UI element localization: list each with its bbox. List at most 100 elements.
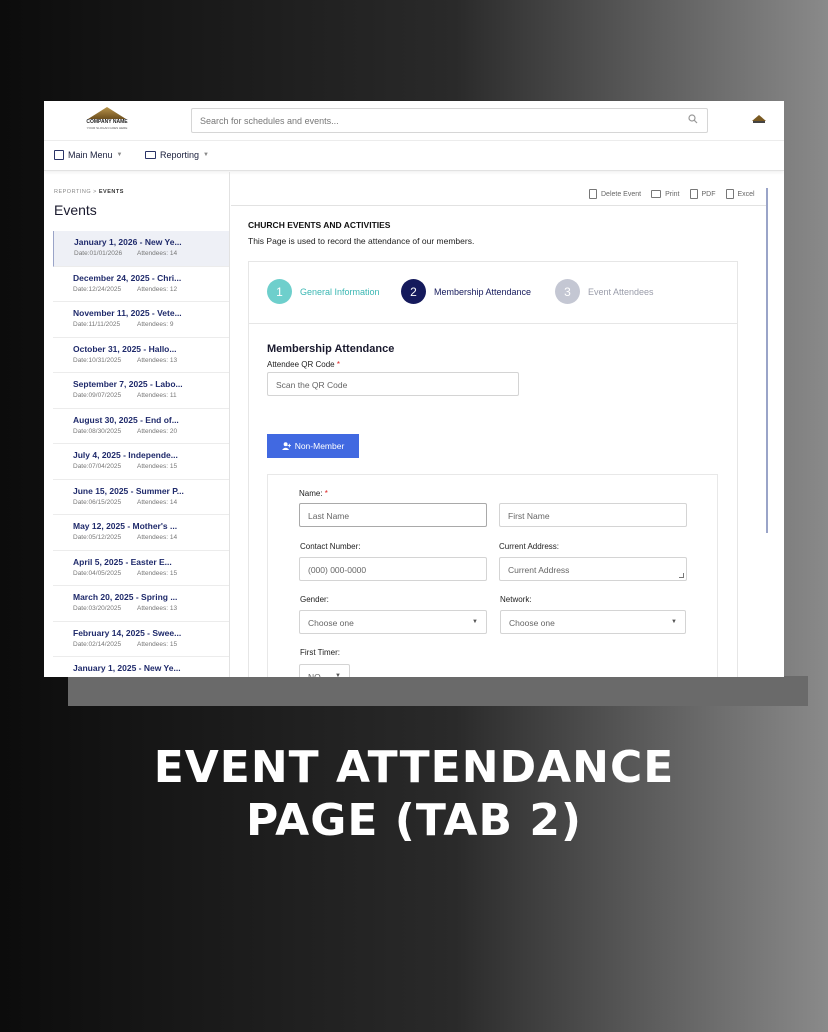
network-label: Network: xyxy=(500,595,532,604)
contact-number-input[interactable]: (000) 000-0000 xyxy=(299,557,487,581)
event-list-item[interactable]: February 14, 2025 - Swee... Date:02/14/20… xyxy=(53,622,229,657)
step-membership-attendance[interactable]: 2 Membership Attendance xyxy=(401,279,531,304)
qr-code-input[interactable]: Scan the QR Code xyxy=(267,372,519,396)
first-name-input[interactable]: First Name xyxy=(499,503,687,527)
event-date: Date:11/11/2025 xyxy=(73,321,121,328)
event-list-item[interactable]: July 4, 2025 - Independe... Date:07/04/20… xyxy=(53,444,229,480)
event-title: March 20, 2025 - Spring ... xyxy=(73,592,178,602)
event-meta: Date:10/31/2025 Attendees: 13 xyxy=(73,356,229,364)
qr-code-label-text: Attendee QR Code xyxy=(267,360,335,369)
event-attendee-count: Attendees: 15 xyxy=(137,640,178,648)
logo-roof-icon xyxy=(88,107,126,119)
non-member-label: Non-Member xyxy=(294,441,345,451)
print-button[interactable]: Print xyxy=(651,190,680,198)
user-avatar-icon[interactable] xyxy=(752,115,766,123)
event-meta: Date:07/04/2025 Attendees: 15 xyxy=(73,463,229,470)
non-member-button[interactable]: Non-Member xyxy=(267,434,359,458)
event-title: August 30, 2025 - End of... xyxy=(73,414,179,425)
gender-select[interactable]: Choose one ▼ xyxy=(299,610,487,634)
name-label-text: Name: xyxy=(299,489,323,498)
event-list: January 1, 2026 - New Ye... Date:01/01/20… xyxy=(53,231,229,677)
step-general-information[interactable]: 1 General Information xyxy=(267,279,380,304)
event-meta: Date:04/05/2025 Attendees: 15 xyxy=(73,569,229,577)
breadcrumb-root[interactable]: REPORTING xyxy=(54,189,91,195)
resize-grip-icon[interactable] xyxy=(679,573,684,578)
main-menu-label: Main Menu xyxy=(68,150,113,160)
event-attendee-count: Attendees: 11 xyxy=(137,392,177,399)
gender-select-value: Choose one xyxy=(308,618,354,628)
event-date: Date:03/20/2025 xyxy=(73,605,122,612)
excel-button[interactable]: Excel xyxy=(725,189,755,199)
trash-icon xyxy=(589,189,597,199)
step-number: 3 xyxy=(555,279,580,304)
current-address-label: Current Address: xyxy=(499,542,560,551)
step-number: 2 xyxy=(401,279,426,304)
app-window: COMPANY NAME YOUR SLOGAN GOES HERE Searc… xyxy=(44,101,784,677)
step-label: General Information xyxy=(300,286,380,297)
event-attendee-count: Attendees: 15 xyxy=(137,569,178,577)
top-bar: COMPANY NAME YOUR SLOGAN GOES HERE Searc… xyxy=(44,101,784,141)
event-title: October 31, 2025 - Hallo... xyxy=(73,343,177,354)
event-list-item[interactable]: March 20, 2025 - Spring ... Date:03/20/20… xyxy=(53,586,229,622)
event-list-item[interactable]: April 5, 2025 - Easter E... Date:04/05/20… xyxy=(53,551,229,586)
event-title: December 24, 2025 - Chri... xyxy=(73,272,182,283)
event-title: November 11, 2025 - Vete... xyxy=(73,308,182,318)
step-number: 1 xyxy=(267,279,292,304)
event-list-item[interactable]: May 12, 2025 - Mother's ... Date:05/12/20… xyxy=(53,515,229,551)
current-address-placeholder: Current Address xyxy=(508,565,570,575)
delete-event-button[interactable]: Delete Event xyxy=(589,189,641,199)
required-mark: * xyxy=(336,360,340,369)
gender-label: Gender: xyxy=(300,595,329,604)
event-date: Date:10/31/2025 xyxy=(73,356,122,364)
chevron-down-icon: ▼ xyxy=(671,619,677,625)
event-date: Date:06/15/2025 xyxy=(73,498,122,506)
search-icon[interactable] xyxy=(688,114,698,124)
print-label: Print xyxy=(665,190,680,198)
event-date: Date:09/07/2025 xyxy=(73,392,122,399)
event-meta: Date:05/12/2025 Attendees: 14 xyxy=(73,534,229,541)
main-menu-button[interactable]: Main Menu ▼ xyxy=(54,150,122,160)
event-list-item[interactable]: August 30, 2025 - End of... Date:08/30/20… xyxy=(53,409,229,444)
section-title: Membership Attendance xyxy=(267,343,395,355)
pdf-button[interactable]: PDF xyxy=(689,189,716,199)
event-meta: Date:02/14/2025 Attendees: 15 xyxy=(73,640,229,648)
company-logo[interactable]: COMPANY NAME YOUR SLOGAN GOES HERE xyxy=(82,107,132,131)
chevron-down-icon: ▼ xyxy=(472,619,478,625)
last-name-input[interactable]: Last Name xyxy=(299,503,487,527)
event-list-item[interactable]: January 1, 2026 - New Ye... Date:01/01/20… xyxy=(53,231,229,267)
event-list-item[interactable]: June 15, 2025 - Summer P... Date:06/15/20… xyxy=(53,480,229,515)
event-date: Date:02/14/2025 xyxy=(73,640,122,648)
event-attendee-count: Attendees: 13 xyxy=(137,605,178,612)
event-attendee-count: Attendees: 14 xyxy=(137,498,178,506)
event-meta: Date:11/11/2025 Attendees: 9 xyxy=(73,321,229,328)
chevron-down-icon: ▼ xyxy=(335,673,341,677)
breadcrumb-separator: > xyxy=(93,189,97,195)
event-attendee-count: Attendees: 20 xyxy=(137,427,178,435)
delete-event-label: Delete Event xyxy=(601,190,642,198)
event-date: Date:04/05/2025 xyxy=(73,569,122,577)
page-description: This Page is used to record the attendan… xyxy=(248,236,475,246)
step-event-attendees[interactable]: 3 Event Attendees xyxy=(555,279,654,304)
event-list-item[interactable]: September 7, 2025 - Labo... Date:09/07/20… xyxy=(53,373,229,409)
event-title: July 4, 2025 - Independe... xyxy=(73,450,178,460)
event-list-item[interactable]: October 31, 2025 - Hallo... Date:10/31/20… xyxy=(53,338,229,373)
reporting-menu-button[interactable]: Reporting ▼ xyxy=(145,150,209,160)
event-list-item[interactable]: December 24, 2025 - Chri... Date:12/24/20… xyxy=(53,267,229,302)
main-scrollbar[interactable] xyxy=(766,188,768,533)
network-select[interactable]: Choose one ▼ xyxy=(500,610,686,634)
contact-number-label: Contact Number: xyxy=(300,542,361,551)
first-timer-select[interactable]: NO ▼ xyxy=(299,664,350,677)
sidebar: REPORTING > EVENTS Events January 1, 202… xyxy=(44,172,230,677)
event-meta: Date:09/07/2025 Attendees: 11 xyxy=(73,392,229,399)
event-title: May 12, 2025 - Mother's ... xyxy=(73,521,178,531)
page-heading: CHURCH EVENTS AND ACTIVITIES xyxy=(248,220,391,230)
event-title: April 5, 2025 - Easter E... xyxy=(73,556,172,567)
event-list-item[interactable]: January 1, 2025 - New Ye... xyxy=(53,657,229,677)
event-list-item[interactable]: November 11, 2025 - Vete... Date:11/11/20… xyxy=(53,302,229,338)
search-input[interactable]: Search for schedules and events... xyxy=(191,108,708,133)
caption: EVENT ATTENDANCE PAGE (TAB 2) xyxy=(0,741,828,847)
menu-book-icon xyxy=(54,150,64,160)
sidebar-title: Events xyxy=(54,202,97,218)
current-address-textarea[interactable]: Current Address xyxy=(499,557,687,581)
toolbar-divider xyxy=(231,205,768,206)
